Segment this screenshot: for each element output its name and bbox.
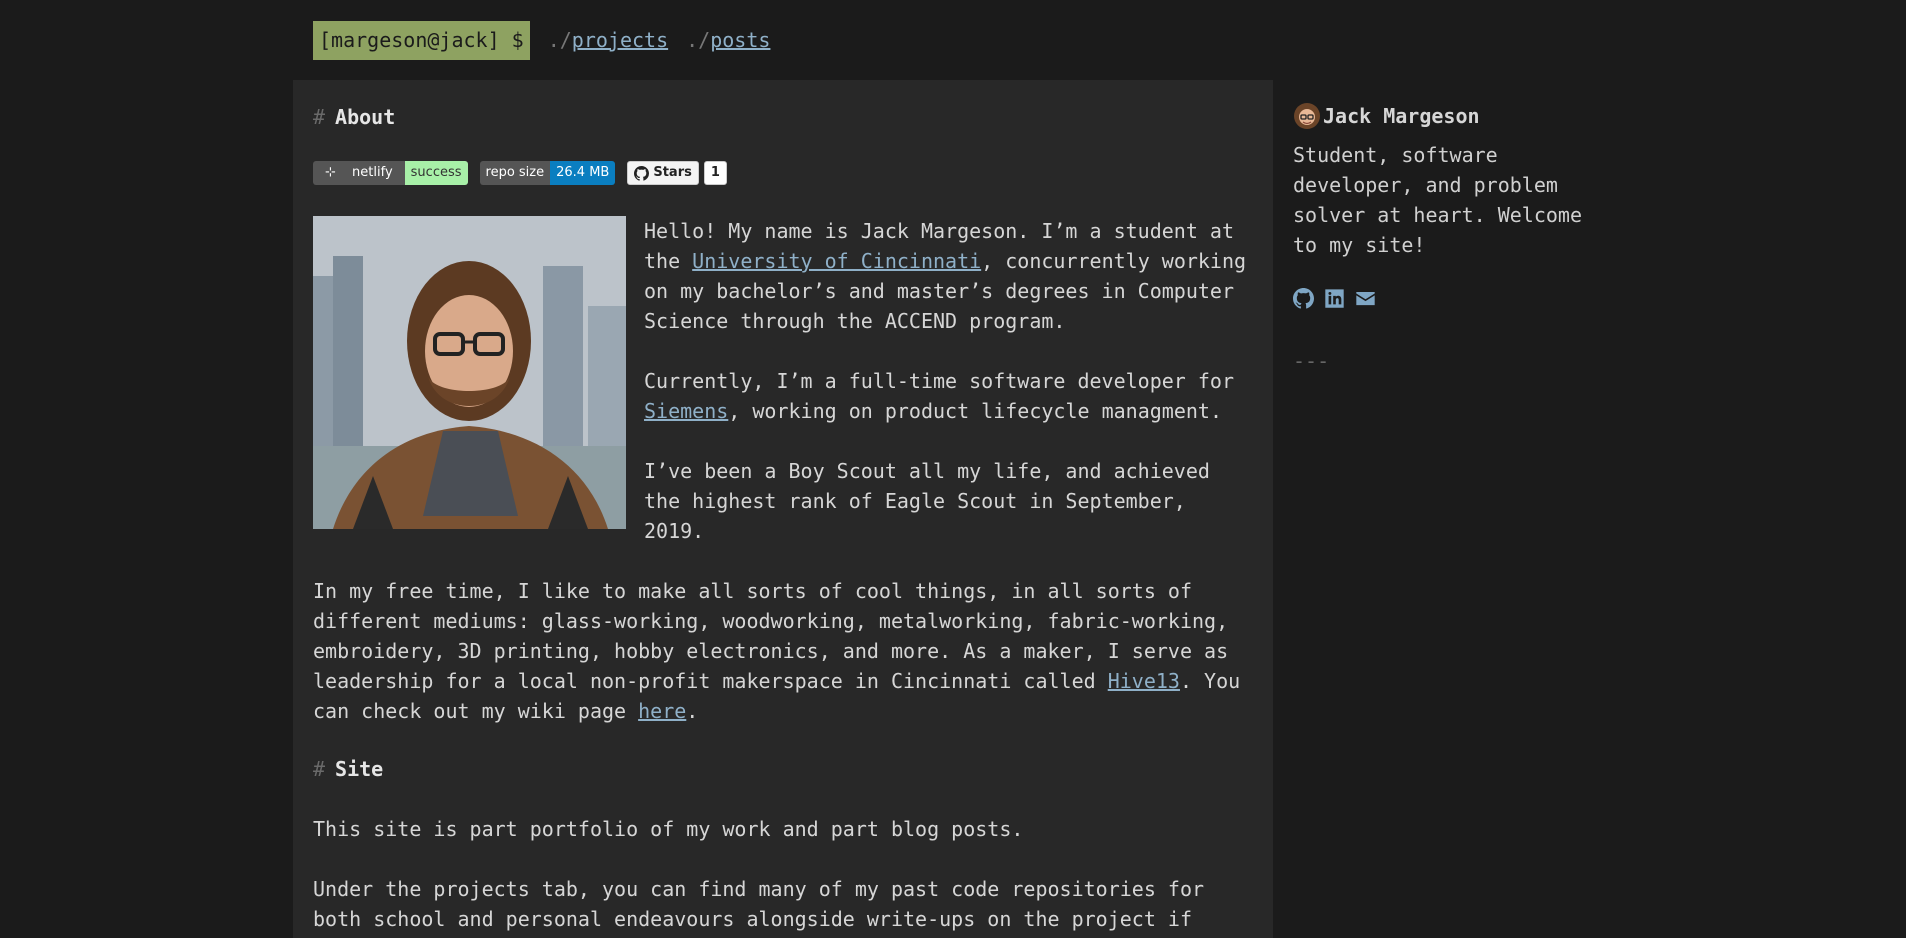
uc-link[interactable]: University of Cincinnati xyxy=(692,249,981,273)
repo-size-value: 26.4 MB xyxy=(550,161,616,185)
wiki-link[interactable]: here xyxy=(638,699,686,723)
github-stars-count[interactable]: 1 xyxy=(703,161,727,185)
maker-paragraph: In my free time, I like to make all sort… xyxy=(313,576,1253,726)
about-heading-text: About xyxy=(335,105,396,129)
sidebar-separator: --- xyxy=(1293,349,1330,373)
hive13-link[interactable]: Hive13 xyxy=(1108,669,1180,693)
text: In my free time, I like to make all sort… xyxy=(313,579,1229,693)
netlify-badge-label: ⊹ netlify xyxy=(313,161,405,185)
site-paragraph-2: Under the projects tab, you can find man… xyxy=(313,877,1205,931)
text: , working on product lifecycle managment… xyxy=(728,399,1222,423)
sidebar: Jack Margeson Student, software develope… xyxy=(1293,100,1593,373)
netlify-icon: ⊹ xyxy=(325,165,336,180)
netlify-badge[interactable]: ⊹ netlify success xyxy=(313,161,468,185)
nav-prefix: ./ xyxy=(547,28,572,52)
text: . xyxy=(686,699,699,723)
github-stars-label: Stars xyxy=(653,165,692,180)
site-paragraph-1: This site is part portfolio of my work a… xyxy=(313,817,1024,841)
intro-paragraph-2: Currently, I’m a full-time software deve… xyxy=(644,366,1253,426)
siemens-link[interactable]: Siemens xyxy=(644,399,728,423)
badge-row: ⊹ netlify success repo size 26.4 MB Star… xyxy=(313,160,1253,186)
intro-paragraph-1: Hello! My name is Jack Margeson. I’m a s… xyxy=(644,216,1253,336)
text: Currently, I’m a full-time software deve… xyxy=(644,369,1235,393)
intro-text: Hello! My name is Jack Margeson. I’m a s… xyxy=(644,216,1253,546)
email-icon[interactable] xyxy=(1355,288,1376,309)
site-header: [margeson@jack] $ ./projects ./posts xyxy=(313,20,770,60)
netlify-badge-status: success xyxy=(404,161,468,185)
github-stars-button[interactable]: Stars xyxy=(627,161,699,185)
nav-projects[interactable]: ./projects xyxy=(548,28,668,52)
linkedin-icon[interactable] xyxy=(1324,288,1345,309)
repo-size-label: repo size xyxy=(479,161,551,185)
site-heading: # Site xyxy=(313,754,1253,784)
profile-photo xyxy=(313,216,626,529)
intro-section: Hello! My name is Jack Margeson. I’m a s… xyxy=(313,216,1253,546)
site-heading-text: Site xyxy=(335,757,384,781)
social-links xyxy=(1293,288,1593,309)
intro-paragraph-3: I’ve been a Boy Scout all my life, and a… xyxy=(644,459,1210,543)
profile-photo-illustration xyxy=(313,216,626,529)
nav-prefix: ./ xyxy=(686,28,711,52)
github-icon[interactable] xyxy=(1293,288,1314,309)
main-content: # About ⊹ netlify success repo size 26.4 … xyxy=(293,80,1273,938)
nav-projects-link[interactable]: projects xyxy=(572,28,668,52)
sidebar-profile: Jack Margeson xyxy=(1293,100,1593,132)
sidebar-description: Student, software developer, and problem… xyxy=(1293,143,1582,257)
about-heading: # About xyxy=(313,102,1253,132)
netlify-badge-left: netlify xyxy=(352,165,393,180)
sidebar-name: Jack Margeson xyxy=(1323,104,1480,128)
heading-hash: # xyxy=(313,105,326,129)
nav-posts[interactable]: ./posts xyxy=(686,28,770,52)
nav-posts-link[interactable]: posts xyxy=(710,28,770,52)
terminal-prompt[interactable]: [margeson@jack] $ xyxy=(313,20,530,60)
github-stars-badge[interactable]: Stars 1 xyxy=(627,161,727,185)
avatar xyxy=(1294,103,1320,129)
github-icon xyxy=(634,165,650,181)
repo-size-badge[interactable]: repo size 26.4 MB xyxy=(479,161,616,185)
heading-hash: # xyxy=(313,757,326,781)
